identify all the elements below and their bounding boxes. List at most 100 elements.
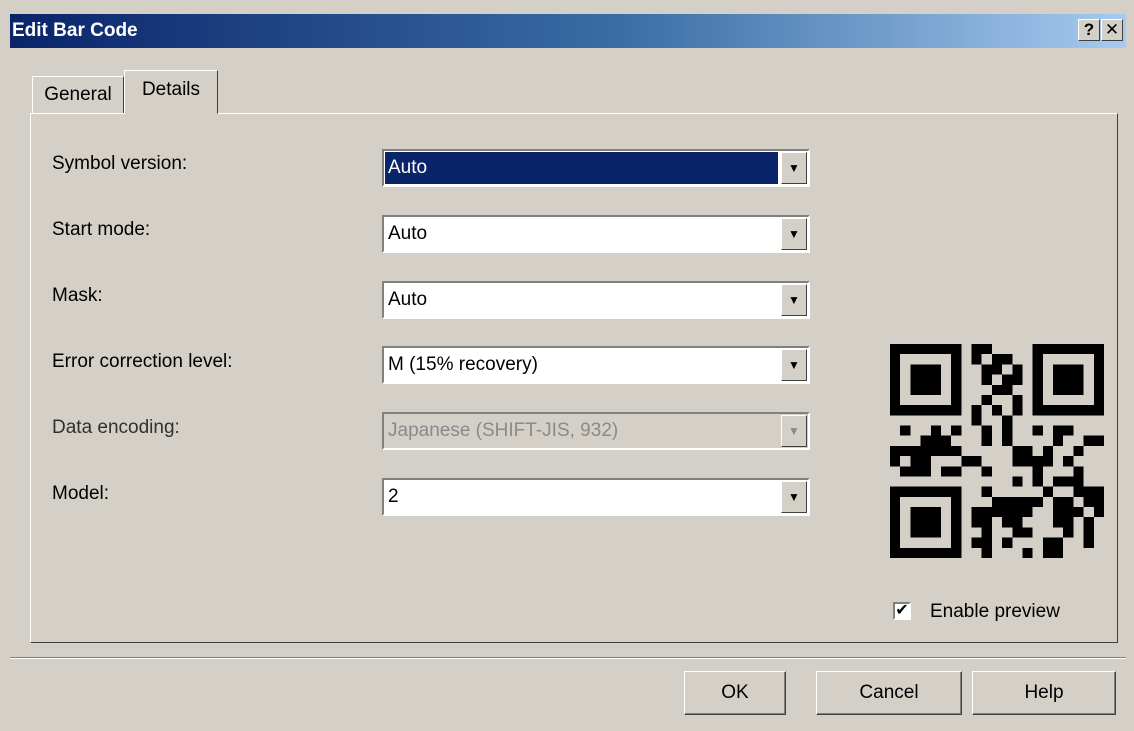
chevron-down-icon[interactable]: ▼ [781, 481, 807, 513]
qr-module [1073, 507, 1084, 518]
qr-module [1002, 374, 1013, 385]
qr-module [951, 537, 962, 548]
tab-details[interactable]: Details [124, 70, 218, 114]
qr-module [930, 517, 941, 528]
edit-bar-code-dialog: Edit Bar Code ? ✕ General Details Symbol… [0, 0, 1134, 731]
qr-module [1042, 486, 1054, 497]
qr-code-preview-icon [890, 344, 1104, 558]
qr-module [1093, 384, 1104, 395]
qr-module [920, 405, 931, 416]
chevron-down-icon[interactable]: ▼ [781, 284, 807, 316]
qr-module [1073, 445, 1084, 457]
qr-module [981, 374, 992, 385]
qr-module [1063, 344, 1074, 355]
qr-module [900, 486, 911, 497]
qr-module [1032, 344, 1043, 355]
qr-module [1012, 507, 1023, 518]
enable-preview-checkbox[interactable]: ✔ [893, 602, 911, 620]
button-separator [10, 657, 1126, 659]
qr-module [1063, 405, 1074, 416]
qr-module [981, 517, 992, 528]
start-mode-dropdown[interactable]: Auto ▼ [382, 215, 810, 253]
ok-button[interactable]: OK [684, 671, 786, 715]
qr-module [981, 527, 992, 538]
error-correction-label: Error correction level: [52, 351, 233, 372]
qr-module [1022, 496, 1033, 508]
qr-module [1053, 547, 1064, 558]
qr-module [910, 445, 921, 457]
qr-module [920, 344, 931, 355]
qr-module [890, 537, 901, 548]
chevron-down-icon[interactable]: ▼ [781, 218, 807, 250]
qr-module [1012, 405, 1023, 416]
qr-module [890, 364, 901, 375]
qr-module [940, 466, 952, 477]
qr-module [1002, 435, 1013, 446]
symbol-version-dropdown[interactable]: Auto ▼ [382, 149, 810, 187]
qr-module [1083, 405, 1094, 416]
close-icon[interactable]: ✕ [1101, 19, 1123, 41]
qr-module [920, 374, 931, 385]
qr-module [930, 364, 941, 375]
qr-module [981, 466, 992, 477]
error-correction-dropdown[interactable]: M (15% recovery) ▼ [382, 346, 810, 384]
chevron-down-icon[interactable]: ▼ [781, 152, 807, 184]
qr-module [1042, 547, 1054, 558]
qr-module [1063, 496, 1074, 508]
qr-module [940, 344, 952, 355]
qr-module [890, 354, 901, 365]
qr-module [1083, 517, 1094, 528]
qr-module [1063, 507, 1074, 518]
qr-module [940, 547, 952, 558]
qr-module [1053, 364, 1064, 375]
qr-module [1042, 456, 1054, 467]
qr-module [1063, 384, 1074, 395]
qr-module [951, 507, 962, 518]
symbol-version-value: Auto [385, 152, 778, 184]
qr-module [1053, 476, 1064, 487]
qr-module [1053, 507, 1064, 518]
qr-module [1032, 466, 1043, 477]
tab-general[interactable]: General [32, 76, 124, 114]
qr-module [1042, 537, 1054, 548]
title-bar[interactable]: Edit Bar Code ? ✕ [10, 14, 1126, 48]
qr-module [1063, 517, 1074, 528]
mask-dropdown[interactable]: Auto ▼ [382, 281, 810, 319]
data-encoding-value: Japanese (SHIFT-JIS, 932) [388, 420, 619, 441]
enable-preview-label[interactable]: Enable preview [930, 601, 1060, 623]
qr-module [910, 456, 921, 467]
qr-module [900, 344, 911, 355]
qr-module [900, 425, 911, 436]
qr-module [981, 425, 992, 436]
qr-module [981, 547, 992, 558]
qr-module [981, 344, 992, 355]
qr-module [971, 507, 982, 518]
qr-module [910, 527, 921, 538]
qr-module [1063, 527, 1074, 538]
help-icon[interactable]: ? [1078, 19, 1100, 41]
qr-module [930, 507, 941, 518]
cancel-button[interactable]: Cancel [816, 671, 962, 715]
qr-module [890, 456, 901, 467]
qr-module [1012, 445, 1023, 457]
symbol-version-label: Symbol version: [52, 153, 188, 174]
qr-module [940, 405, 952, 416]
help-button[interactable]: Help [972, 671, 1116, 715]
qr-module [1053, 405, 1064, 416]
qr-module [961, 456, 972, 467]
qr-module [951, 364, 962, 375]
qr-module [890, 405, 901, 416]
qr-module [920, 486, 931, 497]
start-mode-value: Auto [388, 223, 428, 244]
qr-module [1083, 496, 1094, 508]
qr-module [1053, 425, 1064, 436]
qr-module [1012, 527, 1023, 538]
chevron-down-icon[interactable]: ▼ [781, 349, 807, 381]
error-correction-value: M (15% recovery) [388, 354, 538, 375]
model-dropdown[interactable]: 2 ▼ [382, 478, 810, 516]
qr-module [1073, 344, 1084, 355]
qr-module [1032, 364, 1043, 375]
qr-module [930, 374, 941, 385]
qr-module [951, 384, 962, 395]
qr-module [951, 344, 962, 355]
